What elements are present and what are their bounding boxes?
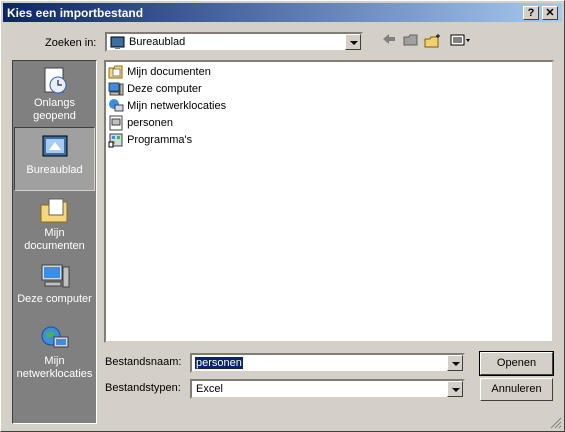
list-item[interactable]: Deze computer (108, 81, 202, 97)
close-button[interactable]: ✕ (542, 6, 558, 20)
filename-label: Bestandsnaam: (105, 356, 182, 368)
recent-icon (44, 67, 66, 94)
view-menu-icon[interactable] (449, 33, 473, 51)
list-item[interactable]: Mijn documenten (108, 64, 211, 80)
place-my-documents[interactable]: Mijn documenten (14, 195, 95, 255)
place-desktop-label: Bureaublad (26, 164, 83, 176)
file-list[interactable]: Mijn documenten Deze computer Mijn netwe… (104, 60, 554, 343)
folder-documents-icon (108, 65, 123, 79)
up-folder-icon[interactable] (401, 33, 421, 51)
list-item[interactable]: personen (108, 115, 173, 131)
cancel-button[interactable]: Annuleren (480, 378, 553, 401)
look-in-combo[interactable]: Bureaublad (105, 32, 363, 52)
file-name: Mijn documenten (127, 66, 211, 78)
chevron-down-icon[interactable] (447, 355, 463, 371)
file-name: Programma's (127, 134, 193, 146)
place-desktop[interactable]: Bureaublad (14, 127, 95, 191)
network-places-icon (41, 326, 68, 348)
chevron-down-icon[interactable] (345, 34, 361, 50)
file-name: personen (127, 117, 173, 129)
filetype-label: Bestandstypen: (105, 382, 181, 394)
filetype-select[interactable]: Excel (190, 379, 465, 399)
place-recent[interactable]: Onlangs geopend (14, 65, 95, 127)
resize-grip-icon[interactable] (550, 417, 562, 429)
place-my-documents-label: Mijn documenten (24, 227, 85, 252)
new-folder-icon[interactable] (423, 33, 443, 51)
list-item[interactable]: Mijn netwerklocaties (108, 98, 226, 114)
desktop-icon (42, 135, 67, 157)
my-documents-icon (40, 198, 67, 223)
place-my-computer-label: Deze computer (17, 293, 92, 305)
program-shortcut-icon (108, 133, 123, 148)
help-button[interactable]: ? (523, 6, 539, 20)
place-network[interactable]: Mijn netwerklocaties (14, 323, 95, 385)
place-network-label: Mijn netwerklocaties (16, 355, 93, 380)
network-icon (109, 99, 124, 112)
data-file-icon (109, 115, 123, 131)
filetype-value: Excel (196, 383, 223, 395)
file-open-dialog: Kies een importbestand ? ✕ Zoeken in: Bu… (0, 0, 565, 432)
look-in-label: Zoeken in: (45, 37, 97, 49)
filename-value: personen (195, 357, 243, 369)
back-arrow-icon[interactable] (379, 33, 399, 51)
filename-input[interactable]: personen (190, 353, 465, 373)
my-computer-icon (41, 264, 69, 288)
desktop-small-icon (110, 36, 125, 49)
open-button[interactable]: Openen (479, 351, 554, 376)
place-my-computer[interactable]: Deze computer (14, 261, 95, 309)
file-name: Deze computer (127, 83, 202, 95)
places-bar: Onlangs geopend Bureaublad Mijn document… (12, 60, 97, 424)
computer-icon (108, 82, 124, 96)
window-title: Kies een importbestand (7, 6, 144, 20)
title-bar[interactable]: Kies een importbestand ? ✕ (3, 3, 562, 22)
list-item[interactable]: Programma's (108, 132, 192, 148)
place-recent-label: Onlangs geopend (33, 97, 76, 122)
file-name: Mijn netwerklocaties (127, 100, 227, 112)
chevron-down-icon[interactable] (447, 381, 463, 397)
look-in-value: Bureaublad (129, 36, 186, 48)
